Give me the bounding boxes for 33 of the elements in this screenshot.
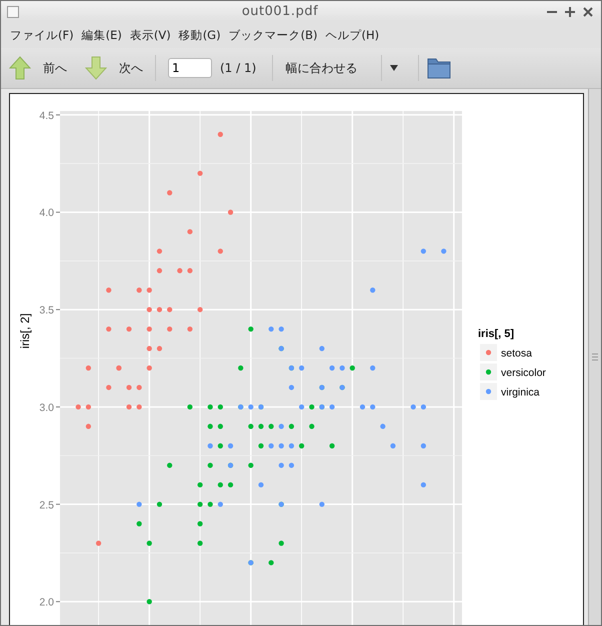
scrollbar[interactable] [588, 89, 601, 625]
page-number-field[interactable]: 1 [168, 58, 212, 78]
y-axis-label: iris[, 2] [18, 313, 32, 349]
menu-item[interactable]: 表示(V) [126, 28, 175, 42]
menu-item[interactable]: 編集(E) [78, 28, 126, 42]
maximize-icon[interactable] [565, 6, 575, 16]
legend-label: versicolor [501, 367, 546, 379]
window-title: out001.pdf [240, 4, 320, 19]
menu-item[interactable]: 移動(G) [174, 28, 225, 42]
y-tick-label: 2.0 [39, 596, 54, 609]
close-icon[interactable] [583, 6, 593, 16]
next-button[interactable]: 次へ [115, 60, 147, 76]
previous-button[interactable]: 前へ [39, 60, 71, 76]
y-tick-label: 4.0 [39, 207, 54, 220]
legend-title: iris[, 5] [478, 328, 514, 340]
page-count: (1 / 1) [220, 61, 256, 75]
y-tick-label: 3.0 [39, 402, 54, 414]
legend-label: virginica [501, 386, 540, 398]
folder-icon[interactable] [427, 57, 452, 79]
app-icon [7, 6, 19, 18]
legend-key [480, 383, 497, 400]
legend-key [480, 364, 497, 380]
legend-label: setosa [501, 348, 532, 360]
y-tick-label: 3.5 [39, 304, 54, 317]
zoom-fit-width-button[interactable]: 幅に合わせる [281, 60, 362, 76]
legend-key [480, 344, 497, 361]
menu-item[interactable]: ファイル(F) [6, 28, 78, 42]
y-tick-label: 2.5 [39, 499, 54, 512]
menu-item[interactable]: ヘルプ(H) [321, 28, 384, 42]
caret-icon[interactable] [390, 65, 398, 71]
menu-item[interactable]: ブックマーク(B) [224, 28, 322, 42]
grip-icon[interactable] [592, 352, 598, 362]
y-tick-label: 4.5 [39, 110, 54, 122]
